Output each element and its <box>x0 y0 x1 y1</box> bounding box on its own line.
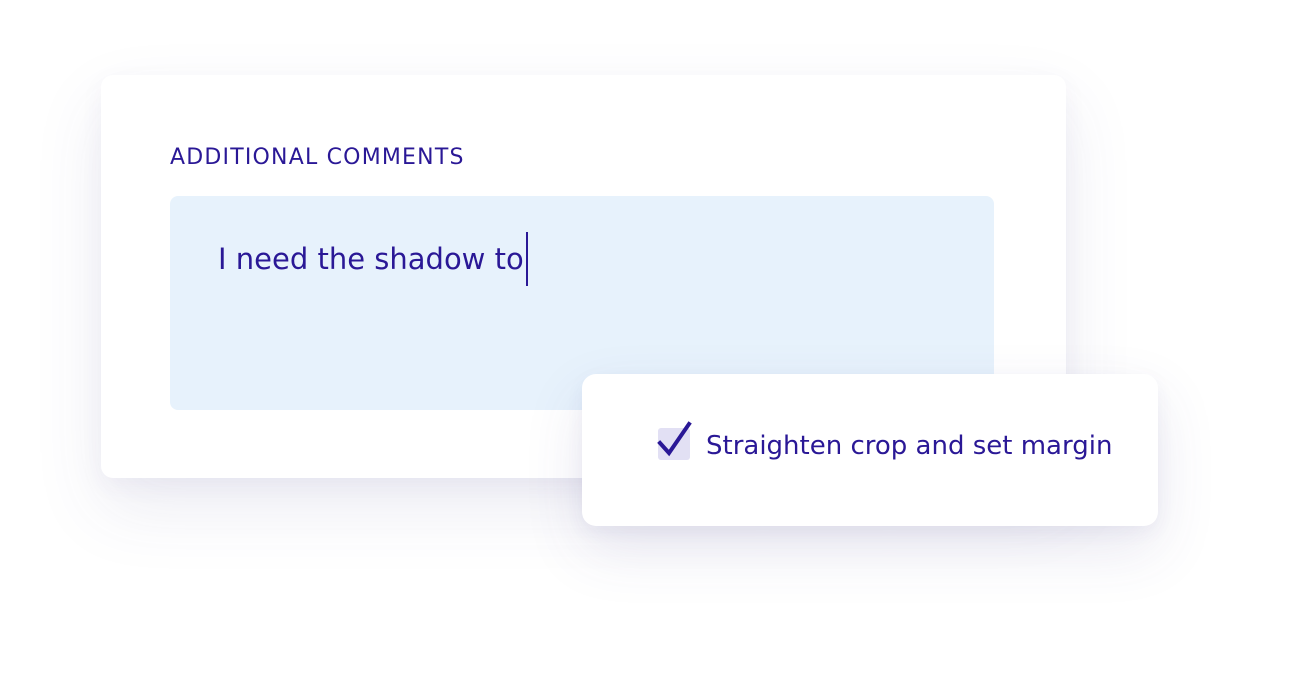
task-card: Straighten crop and set margin <box>582 374 1158 526</box>
task-checkbox[interactable] <box>657 421 692 460</box>
comments-value: I need the shadow to <box>218 242 524 276</box>
text-caret <box>525 232 528 286</box>
task-label: Straighten crop and set margin <box>706 431 1113 461</box>
checkmark-icon <box>657 421 692 457</box>
comments-value-wrap: I need the shadow to <box>218 232 528 286</box>
stage: ADDITIONAL COMMENTS I need the shadow to… <box>0 0 1298 690</box>
comments-label: ADDITIONAL COMMENTS <box>170 145 465 170</box>
